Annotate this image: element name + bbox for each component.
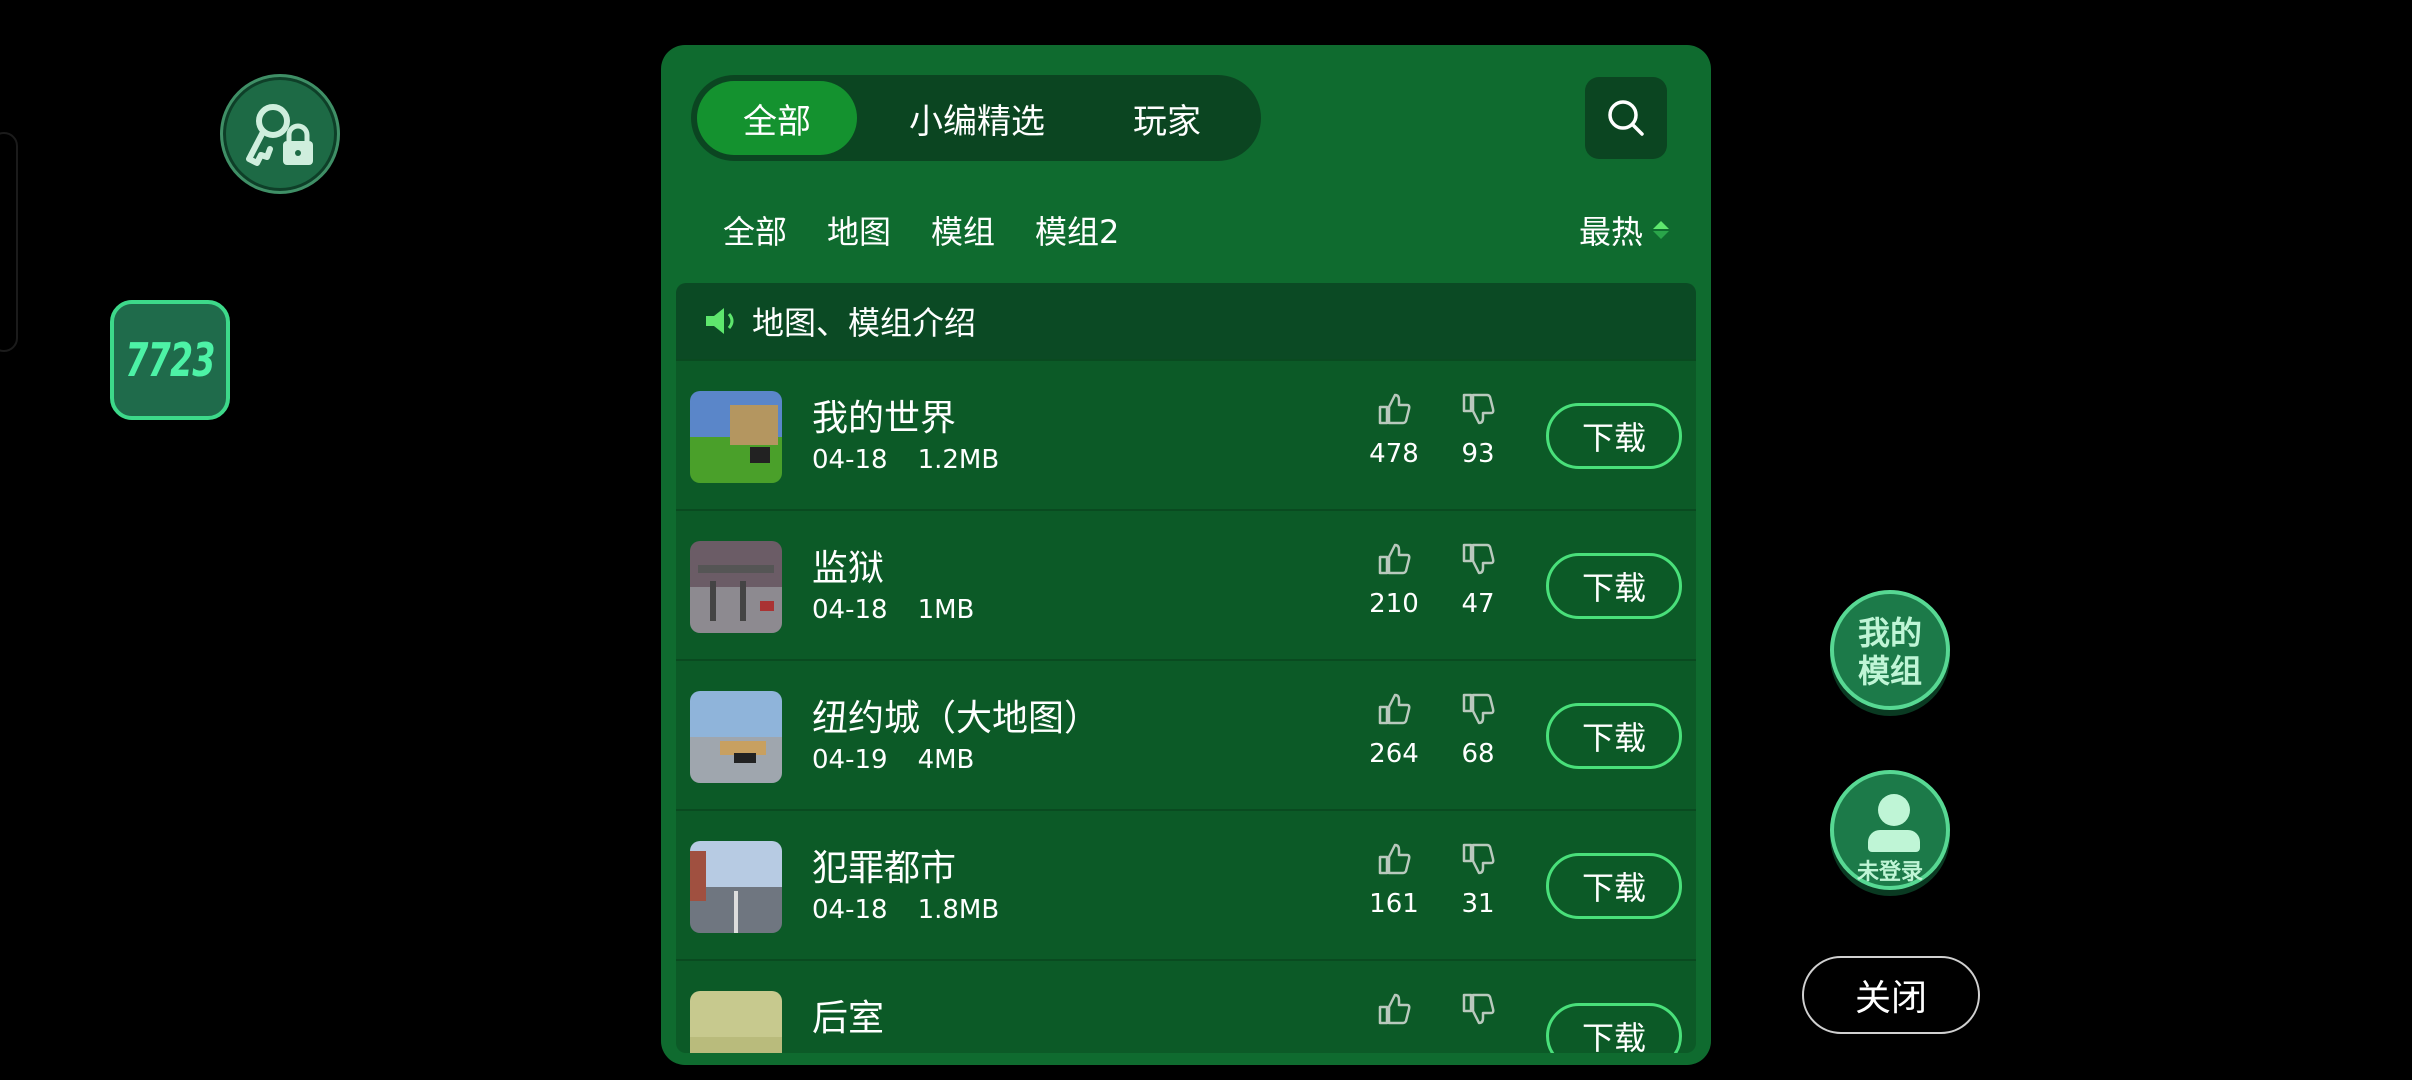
- list-item[interactable]: 后室 下载: [676, 959, 1696, 1053]
- close-button[interactable]: 关闭: [1802, 956, 1980, 1034]
- search-button[interactable]: [1585, 77, 1667, 159]
- like-button[interactable]: 478: [1364, 391, 1424, 469]
- download-button[interactable]: 下载: [1546, 853, 1682, 919]
- tab-editor-picks[interactable]: 小编精选: [857, 81, 1097, 155]
- item-size: 1MB: [917, 595, 975, 625]
- sort-label: 最热: [1578, 213, 1643, 251]
- filter-map[interactable]: 地图: [827, 207, 891, 253]
- dislike-button[interactable]: 68: [1448, 691, 1508, 769]
- dislike-count: 68: [1461, 739, 1495, 769]
- my-mods-button[interactable]: 我的 模组: [1830, 590, 1950, 710]
- item-size: 1.8MB: [917, 895, 1000, 925]
- tab-bar: 全部 小编精选 玩家: [691, 75, 1261, 161]
- item-thumbnail: [690, 691, 782, 783]
- sort-arrows-icon: [1653, 221, 1669, 239]
- list-item[interactable]: 监狱 04-18 1MB 210 47 下载: [676, 509, 1696, 659]
- item-size: 1.2MB: [917, 445, 1000, 475]
- filter-mod2[interactable]: 模组2: [1035, 207, 1119, 253]
- like-button[interactable]: 264: [1364, 691, 1424, 769]
- item-date: 04-18: [812, 595, 888, 625]
- app-logo[interactable]: 7723: [110, 300, 230, 420]
- item-meta: 04-18 1.2MB: [812, 445, 999, 475]
- user-icon: [1878, 794, 1910, 826]
- like-count: 478: [1369, 439, 1419, 469]
- item-title: 我的世界: [812, 398, 957, 439]
- item-date: 04-19: [812, 745, 888, 775]
- search-icon: [1608, 100, 1644, 136]
- tab-all[interactable]: 全部: [697, 81, 857, 155]
- thumbs-up-icon: [1378, 543, 1411, 575]
- thumbs-up-icon: [1378, 693, 1411, 725]
- mod-panel: 全部 小编精选 玩家 全部 地图 模组 模组2 最热 地图、模组介绍 我的世界 …: [661, 45, 1711, 1065]
- item-date: 04-18: [812, 895, 888, 925]
- item-thumbnail: [690, 841, 782, 933]
- download-button[interactable]: 下载: [1546, 553, 1682, 619]
- sort-dropdown[interactable]: 最热: [1579, 207, 1669, 253]
- download-button[interactable]: 下载: [1546, 703, 1682, 769]
- dislike-count: 47: [1461, 589, 1495, 619]
- key-lock-icon: [246, 104, 313, 166]
- thumbs-up-icon: [1378, 393, 1411, 425]
- item-date: 04-18: [812, 445, 888, 475]
- item-size: 4MB: [917, 745, 975, 775]
- login-button[interactable]: 未登录: [1830, 770, 1950, 890]
- mod-list[interactable]: 地图、模组介绍 我的世界 04-18 1.2MB 478 93 下载 监狱 04…: [676, 283, 1696, 1053]
- like-count: 161: [1369, 889, 1419, 919]
- list-item[interactable]: 纽约城（大地图） 04-19 4MB 264 68 下载: [676, 659, 1696, 809]
- screen: 7723 全部 小编精选 玩家 全部 地图 模组 模组2 最热 地图、模组介绍 …: [0, 0, 2412, 1080]
- like-button[interactable]: [1364, 991, 1424, 1027]
- key-lock-button[interactable]: [220, 74, 340, 194]
- thumbs-down-icon: [1462, 843, 1495, 875]
- item-meta: 04-18 1.8MB: [812, 895, 999, 925]
- notice-text: 地图、模组介绍: [752, 304, 977, 342]
- thumbs-up-icon: [1378, 843, 1411, 875]
- edge-handle[interactable]: [0, 132, 18, 352]
- filter-all[interactable]: 全部: [723, 207, 787, 253]
- logo-text: 7723: [125, 333, 215, 387]
- filter-mod[interactable]: 模组: [931, 207, 995, 253]
- list-item[interactable]: 我的世界 04-18 1.2MB 478 93 下载: [676, 359, 1696, 509]
- download-button[interactable]: 下载: [1546, 403, 1682, 469]
- item-title: 后室: [812, 998, 885, 1039]
- login-label: 未登录: [1856, 860, 1923, 885]
- tab-players[interactable]: 玩家: [1097, 81, 1237, 155]
- item-title: 犯罪都市: [812, 848, 957, 889]
- download-button[interactable]: 下载: [1546, 1003, 1682, 1053]
- dislike-button[interactable]: 93: [1448, 391, 1508, 469]
- list-item[interactable]: 犯罪都市 04-18 1.8MB 161 31 下载: [676, 809, 1696, 959]
- dislike-count: 31: [1461, 889, 1495, 919]
- notice-bar[interactable]: 地图、模组介绍: [676, 283, 1696, 359]
- item-meta: 04-18 1MB: [812, 595, 974, 625]
- item-meta: 04-19 4MB: [812, 745, 974, 775]
- item-thumbnail: [690, 541, 782, 633]
- like-count: 264: [1369, 739, 1419, 769]
- like-button[interactable]: 210: [1364, 541, 1424, 619]
- thumbs-down-icon: [1462, 693, 1495, 725]
- thumbs-down-icon: [1462, 543, 1495, 575]
- item-thumbnail: [690, 991, 782, 1053]
- dislike-button[interactable]: 31: [1448, 841, 1508, 919]
- like-button[interactable]: 161: [1364, 841, 1424, 919]
- dislike-count: 93: [1461, 439, 1495, 469]
- category-filters: 全部 地图 模组 模组2: [723, 207, 1119, 253]
- speaker-icon: [706, 308, 734, 334]
- my-mods-label: 我的 模组: [1857, 614, 1922, 690]
- thumbs-down-icon: [1462, 393, 1495, 425]
- thumbs-up-icon: [1378, 993, 1411, 1025]
- item-title: 监狱: [812, 548, 885, 589]
- thumbs-down-icon: [1462, 993, 1495, 1025]
- dislike-button[interactable]: 47: [1448, 541, 1508, 619]
- like-count: 210: [1369, 589, 1419, 619]
- dislike-button[interactable]: [1448, 991, 1508, 1027]
- item-title: 纽约城（大地图）: [812, 698, 1101, 739]
- item-thumbnail: [690, 391, 782, 483]
